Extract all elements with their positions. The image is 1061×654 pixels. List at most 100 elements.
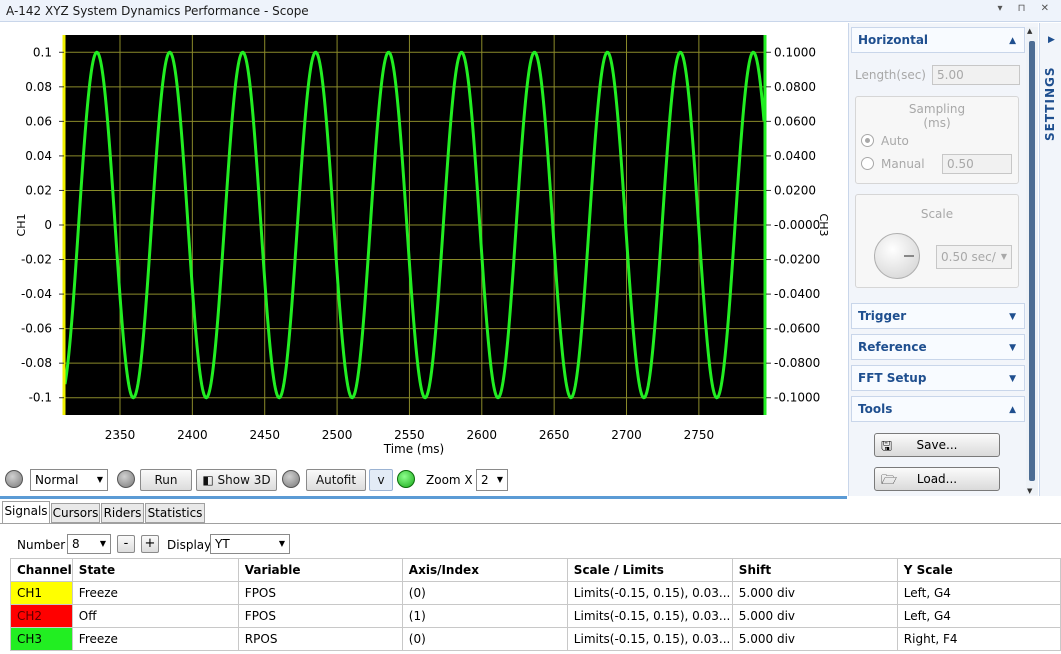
manual-radio[interactable] xyxy=(861,157,874,170)
horizontal-section-header[interactable]: Horizontal ▲ xyxy=(851,27,1025,53)
cell-axis[interactable]: (1) xyxy=(401,604,568,628)
scale-select[interactable]: 0.50 sec/ ▼ xyxy=(936,245,1012,269)
mode-select[interactable]: Normal ▼ xyxy=(30,469,108,491)
save-label: Save... xyxy=(916,438,958,452)
cell-shift[interactable]: 5.000 div xyxy=(731,604,898,628)
manual-interval-input[interactable]: 0.50 xyxy=(942,154,1012,174)
cell-yscale[interactable]: Left, G4 xyxy=(896,604,1061,628)
table-row[interactable]: CH1 Freeze FPOS (0) Limits(-0.15, 0.15), 0.0… xyxy=(10,581,1061,605)
status-led-2 xyxy=(117,470,135,488)
y-tick-label: -0.1 xyxy=(29,391,52,405)
zoom-x-value: 2 xyxy=(481,473,489,487)
length-label: Length(sec) xyxy=(855,68,926,82)
x-tick-label: 2650 xyxy=(539,428,570,442)
window-controls[interactable]: ▾ ⊓ ✕ xyxy=(997,3,1055,14)
chevron-right-icon[interactable]: ▶ xyxy=(1048,35,1055,45)
column-header-scale-limits[interactable]: Scale / Limits xyxy=(566,558,733,582)
y2-tick-label: 0.0800 xyxy=(774,80,816,94)
table-header-row: Channel State Variable Axis/Index Scale … xyxy=(10,558,1061,582)
decrement-button[interactable]: - xyxy=(117,535,135,553)
tools-section-header[interactable]: Tools ▲ xyxy=(851,396,1025,422)
settings-side-tab[interactable]: ▶ SETTINGS xyxy=(1039,23,1061,496)
chevron-down-icon: ▼ xyxy=(1000,252,1007,261)
trigger-header-label: Trigger xyxy=(858,309,907,323)
number-select[interactable]: 8 ▼ xyxy=(67,534,111,554)
cell-shift[interactable]: 5.000 div xyxy=(731,581,898,605)
scale-knob[interactable] xyxy=(874,233,920,279)
cell-state[interactable]: Freeze xyxy=(71,627,239,651)
autofit-button[interactable]: Autofit xyxy=(306,469,366,491)
run-button[interactable]: Run xyxy=(140,469,192,491)
cell-scale[interactable]: Limits(-0.15, 0.15), 0.03... xyxy=(566,627,733,651)
column-header-shift[interactable]: Shift xyxy=(731,558,898,582)
y-tick-label: 0.04 xyxy=(25,149,52,163)
reference-section-header[interactable]: Reference ▼ xyxy=(851,334,1025,360)
table-row[interactable]: CH3 Freeze RPOS (0) Limits(-0.15, 0.15), 0.0… xyxy=(10,627,1061,651)
chevron-up-icon: ▲ xyxy=(1009,36,1016,46)
display-select[interactable]: YT ▼ xyxy=(210,534,290,554)
cell-state[interactable]: Off xyxy=(71,604,239,628)
y-tick-label: -0.06 xyxy=(21,322,52,336)
cell-axis[interactable]: (0) xyxy=(401,627,568,651)
v-toggle-button[interactable]: v xyxy=(369,469,393,491)
y-tick-label: 0.02 xyxy=(25,183,52,197)
save-button[interactable]: 🖫 Save... xyxy=(874,433,1000,457)
window-titlebar: A-142 XYZ System Dynamics Performance - … xyxy=(0,0,1061,22)
column-header-axis-index[interactable]: Axis/Index xyxy=(401,558,568,582)
zoom-x-label: Zoom X xyxy=(426,473,473,487)
y2-tick-label: -0.0200 xyxy=(774,253,820,267)
fft-section-header[interactable]: FFT Setup ▼ xyxy=(851,365,1025,391)
auto-radio[interactable] xyxy=(861,134,874,147)
tab-riders[interactable]: Riders xyxy=(101,503,144,523)
cell-state[interactable]: Freeze xyxy=(71,581,239,605)
length-input[interactable]: 5.00 xyxy=(932,65,1020,85)
x-tick-label: 2750 xyxy=(684,428,715,442)
y2-tick-label: 0.0400 xyxy=(774,149,816,163)
scrollbar-thumb[interactable] xyxy=(1029,41,1035,481)
cell-shift[interactable]: 5.000 div xyxy=(731,627,898,651)
y2-tick-label: 0.1000 xyxy=(774,45,816,59)
mode-value: Normal xyxy=(35,473,79,487)
zoom-x-select[interactable]: 2 ▼ xyxy=(476,469,508,491)
x-tick-label: 2600 xyxy=(467,428,498,442)
window-title: A-142 XYZ System Dynamics Performance - … xyxy=(6,4,309,18)
y2-tick-label: -0.0600 xyxy=(774,322,820,336)
tab-statistics[interactable]: Statistics xyxy=(145,503,205,523)
scope-plot[interactable]: 0.1 0.08 0.06 0.04 0.02 0 -0.02 -0.04 -0.06 -0.08… xyxy=(0,23,847,466)
settings-scrollbar[interactable]: ▲ ▼ xyxy=(1026,27,1038,495)
auto-label: Auto xyxy=(881,134,909,148)
cell-channel[interactable]: CH3 xyxy=(10,627,73,651)
scale-group: Scale 0.50 sec/ ▼ xyxy=(855,194,1019,288)
table-row[interactable]: CH2 Off FPOS (1) Limits(-0.15, 0.15), 0.03..… xyxy=(10,604,1061,628)
sampling-title: Sampling xyxy=(908,102,966,116)
cell-channel[interactable]: CH2 xyxy=(10,604,73,628)
tab-signals[interactable]: Signals xyxy=(2,501,50,524)
horizontal-header-label: Horizontal xyxy=(858,33,929,47)
cell-yscale[interactable]: Left, G4 xyxy=(896,581,1061,605)
tab-cursors[interactable]: Cursors xyxy=(51,503,100,523)
x-tick-label: 2700 xyxy=(611,428,642,442)
cell-scale[interactable]: Limits(-0.15, 0.15), 0.03... xyxy=(566,604,733,628)
cell-channel[interactable]: CH1 xyxy=(10,581,73,605)
column-header-y-scale[interactable]: Y Scale xyxy=(896,558,1061,582)
load-button[interactable]: 🗁 Load... xyxy=(874,467,1000,491)
right-tick-labels: 0.1000 0.0800 0.0600 0.0400 0.0200 -0.0000 -0.… xyxy=(766,45,820,405)
cell-scale[interactable]: Limits(-0.15, 0.15), 0.03... xyxy=(566,581,733,605)
cell-axis[interactable]: (0) xyxy=(401,581,568,605)
y-tick-label: -0.04 xyxy=(21,287,52,301)
increment-button[interactable]: + xyxy=(141,535,159,553)
column-header-state[interactable]: State xyxy=(71,558,239,582)
chevron-down-icon: ▼ xyxy=(278,539,285,548)
column-header-channel[interactable]: Channel xyxy=(10,558,73,582)
show-3d-button[interactable]: ◧ Show 3D xyxy=(196,469,277,491)
show-3d-label: Show 3D xyxy=(217,473,271,487)
cell-variable[interactable]: RPOS xyxy=(237,627,403,651)
cell-variable[interactable]: FPOS xyxy=(237,604,403,628)
scroll-down-icon[interactable]: ▼ xyxy=(1027,487,1032,495)
knob-indicator xyxy=(904,255,914,257)
cell-variable[interactable]: FPOS xyxy=(237,581,403,605)
column-header-variable[interactable]: Variable xyxy=(237,558,403,582)
cell-yscale[interactable]: Right, F4 xyxy=(896,627,1061,651)
trigger-section-header[interactable]: Trigger ▼ xyxy=(851,303,1025,329)
scroll-up-icon[interactable]: ▲ xyxy=(1027,27,1032,35)
